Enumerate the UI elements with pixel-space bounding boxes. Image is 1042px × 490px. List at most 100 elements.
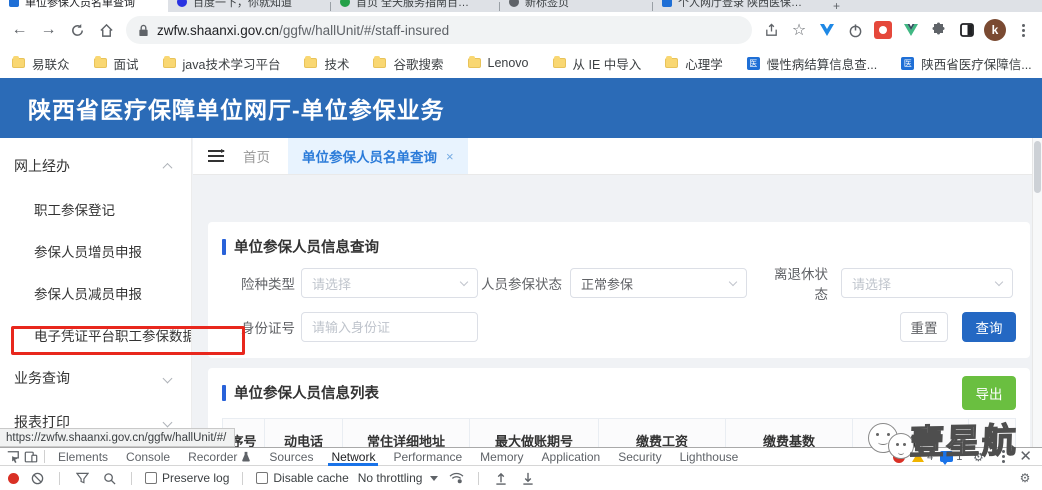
search-button[interactable]: 查询: [962, 312, 1016, 342]
reload-icon[interactable]: [64, 17, 91, 44]
devtools-separator: [59, 472, 60, 485]
chevron-down-icon: [163, 373, 173, 383]
retirement-status-select[interactable]: 请选择: [841, 268, 1013, 298]
devtools-tab-security[interactable]: Security: [609, 450, 670, 464]
devtools-tab-network[interactable]: Network: [322, 450, 384, 464]
bookmark-item[interactable]: 谷歌搜索: [373, 54, 443, 73]
export-har-icon[interactable]: [519, 470, 537, 486]
export-button[interactable]: 导出: [962, 376, 1016, 410]
network-toolbar: Preserve log Disable cache No throttling…: [0, 466, 1042, 490]
disable-cache-checkbox[interactable]: [256, 472, 268, 484]
sidebar-item-add-insured[interactable]: 参保人员增员申报: [0, 230, 191, 272]
record-network-log-icon[interactable]: [8, 473, 19, 484]
bookmark-item[interactable]: 医陕西省医疗保障信...: [901, 54, 1031, 73]
browser-tab-3[interactable]: 首页 全天服务指南百…: [331, 0, 499, 12]
vue-extension-icon[interactable]: [898, 17, 924, 43]
tab-insured-list-query[interactable]: 单位参保人员名单查询 ×: [288, 138, 468, 174]
preserve-log-control[interactable]: Preserve log: [145, 471, 229, 485]
search-icon[interactable]: [100, 470, 118, 486]
forward-icon[interactable]: →: [35, 17, 62, 44]
sidebar-group-business-query[interactable]: 业务查询: [0, 356, 191, 400]
insured-status-select[interactable]: 正常参保: [570, 268, 747, 298]
power-extension-icon[interactable]: [842, 17, 868, 43]
browser-tab-strip: 单位参保人员名单查询 百度一下，你就知道 首页 全天服务指南百… 新标签页 个人…: [0, 0, 1042, 12]
bookmark-item[interactable]: 面试: [94, 54, 139, 73]
bookmark-star-icon[interactable]: ☆: [786, 17, 812, 43]
browser-tab-1[interactable]: 单位参保人员名单查询: [0, 0, 168, 12]
devtools-tab-application[interactable]: Application: [533, 450, 610, 464]
tab-favicon: [662, 0, 672, 7]
import-har-icon[interactable]: [492, 470, 510, 486]
column-header-mobile: 动电话: [265, 419, 343, 447]
url-text: zwfw.shaanxi.gov.cn/ggfw/hallUnit/#/staf…: [157, 23, 449, 38]
red-extension-icon[interactable]: [870, 17, 896, 43]
preserve-log-checkbox[interactable]: [145, 472, 157, 484]
title-bar-accent: [222, 385, 226, 401]
network-settings-gear-icon[interactable]: ⚙: [1016, 470, 1034, 486]
extensions-puzzle-icon[interactable]: [926, 17, 952, 43]
vue-devtools-icon[interactable]: [814, 17, 840, 43]
back-icon[interactable]: ←: [6, 17, 33, 44]
devtools-tab-sources[interactable]: Sources: [260, 450, 322, 464]
bookmark-item[interactable]: 从 IE 中导入: [553, 54, 642, 73]
page-scrollbar[interactable]: [1032, 138, 1042, 447]
bookmark-item[interactable]: 医慢性病结算信息查...: [747, 54, 877, 73]
tab-group-icon[interactable]: [954, 17, 980, 43]
browser-tab-2[interactable]: 百度一下，你就知道: [168, 0, 330, 12]
share-icon[interactable]: [758, 17, 784, 43]
scrollbar-thumb[interactable]: [1034, 141, 1041, 193]
bookmark-item[interactable]: 心理学: [665, 54, 723, 73]
browser-tab-label: 首页 全天服务指南百…: [356, 0, 469, 10]
collapse-sidebar-icon[interactable]: [207, 149, 225, 163]
filter-icon[interactable]: [73, 470, 91, 486]
insurance-type-select[interactable]: 请选择: [301, 268, 478, 298]
network-conditions-icon[interactable]: [447, 470, 465, 486]
devtools-tab-lighthouse[interactable]: Lighthouse: [671, 450, 748, 464]
new-tab-button[interactable]: +: [825, 0, 848, 12]
chevron-down-icon: [460, 278, 468, 286]
bookmark-item[interactable]: 易联众: [12, 54, 70, 73]
bookmark-item[interactable]: Lenovo: [468, 56, 529, 70]
bookmark-item[interactable]: java技术学习平台: [163, 54, 281, 73]
throttling-select[interactable]: No throttling: [358, 471, 439, 485]
close-tab-icon[interactable]: ×: [446, 149, 454, 164]
id-number-input[interactable]: [301, 312, 478, 342]
devtools-tab-recorder[interactable]: Recorder: [179, 450, 260, 464]
devtools-tab-console[interactable]: Console: [117, 450, 179, 464]
field-label-retirement-status: 离退休状态: [764, 263, 828, 303]
home-icon[interactable]: [93, 17, 120, 44]
devtools-tab-memory[interactable]: Memory: [471, 450, 532, 464]
sidebar-item-remove-insured[interactable]: 参保人员减员申报: [0, 272, 191, 314]
chevron-down-icon: [163, 417, 173, 427]
watermark: 壹星航: [868, 414, 1018, 463]
reset-button[interactable]: 重置: [900, 312, 948, 342]
device-toolbar-icon[interactable]: [22, 449, 40, 465]
browser-menu-icon[interactable]: [1010, 17, 1036, 43]
browser-tab-4[interactable]: 新标签页: [500, 0, 652, 12]
lock-icon: [138, 24, 149, 37]
browser-tab-5[interactable]: 个人网厅登录 陕西医保…: [653, 0, 825, 12]
bookmarks-bar: 易联众 面试 java技术学习平台 技术 谷歌搜索 Lenovo 从 IE 中导…: [0, 48, 1042, 78]
clear-network-log-icon[interactable]: [28, 470, 46, 486]
bookmark-item[interactable]: 技术: [304, 54, 349, 73]
address-bar[interactable]: zwfw.shaanxi.gov.cn/ggfw/hallUnit/#/staf…: [126, 16, 752, 44]
disable-cache-label: Disable cache: [273, 471, 348, 485]
sidebar-item-staff-registration[interactable]: 职工参保登记: [0, 188, 191, 230]
avatar[interactable]: k: [982, 17, 1008, 43]
devtools-close-icon[interactable]: ✕: [1019, 449, 1032, 464]
folder-icon: [553, 58, 566, 68]
devtools-separator: [478, 472, 479, 485]
sidebar-group-online-services[interactable]: 网上经办: [0, 144, 191, 188]
devtools-tab-performance[interactable]: Performance: [384, 450, 471, 464]
disable-cache-control[interactable]: Disable cache: [256, 471, 348, 485]
column-header-max-period: 最大做账期号: [470, 419, 599, 447]
sidebar-group-label: 网上经办: [14, 156, 70, 176]
content-tab-bar: 首页 单位参保人员名单查询 ×: [193, 138, 1032, 175]
breadcrumb-home[interactable]: 首页: [243, 146, 270, 166]
devtools-separator: [131, 472, 132, 485]
avatar-letter: k: [984, 19, 1006, 41]
devtools-tab-elements[interactable]: Elements: [49, 450, 117, 464]
app-body: 网上经办 职工参保登记 参保人员增员申报 参保人员减员申报 电子凭证平台职工参保…: [0, 138, 1042, 447]
app-header: 陕西省医疗保障单位网厅-单位参保业务: [0, 78, 1042, 138]
inspect-element-icon[interactable]: [4, 449, 22, 465]
